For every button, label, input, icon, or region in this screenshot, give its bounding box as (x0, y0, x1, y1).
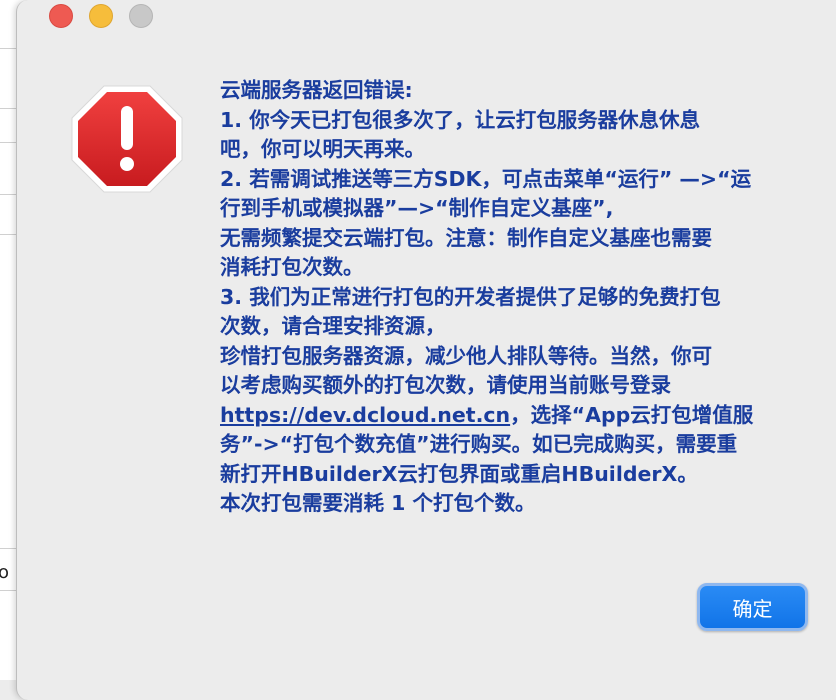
message-line: 新打开HBuilderX云打包界面或重启HBuilderX。 (220, 461, 698, 486)
message-line: 本次打包需要消耗 1 个打包个数。 (220, 491, 536, 515)
message-link-suffix: ，选择“App云打包增值服 (510, 402, 754, 427)
message-line: 行到手机或模拟器”—>“制作自定义基座”, (220, 196, 614, 220)
ok-button[interactable]: 确定 (697, 583, 808, 631)
message-line: 务”->“打包个数充值”进行购买。如已完成购买，需要重 (220, 432, 738, 456)
window-zoom-button[interactable] (129, 4, 153, 28)
message-line: 1. 你今天已打包很多次了，让云打包服务器休息休息 (220, 107, 701, 132)
message-line: 2. 若需调试推送等三方SDK，可点击菜单“运行” —>“运 (220, 166, 752, 191)
alert-message: 云端服务器返回错误: 1. 你今天已打包很多次了，让云打包服务器休息休息 吧，你… (220, 76, 820, 519)
message-line: 云端服务器返回错误: (220, 78, 413, 102)
message-line-with-link: https://dev.dcloud.net.cn，选择“App云打包增值服 (220, 401, 820, 431)
window-minimize-button[interactable] (89, 4, 113, 28)
message-line: 次数，请合理安排资源， (220, 314, 446, 338)
background-partial-text: o (0, 562, 10, 583)
message-line: 无需频繁提交云端打包。注意：制作自定义基座也需要 (220, 225, 712, 250)
message-line: 消耗打包次数。 (220, 255, 364, 279)
window-close-button[interactable] (49, 4, 73, 28)
message-line: 3. 我们为正常进行打包的开发者提供了足够的免费打包 (220, 284, 721, 309)
message-line: 吧，你可以明天再来。 (220, 137, 425, 161)
message-line: 以考虑购买额外的打包次数，请使用当前账号登录 (220, 373, 671, 397)
dcloud-link[interactable]: https://dev.dcloud.net.cn (220, 403, 510, 427)
message-line: 珍惜打包服务器资源，减少他人排队等待。当然，你可 (220, 343, 712, 368)
stop-warning-icon (71, 85, 183, 193)
